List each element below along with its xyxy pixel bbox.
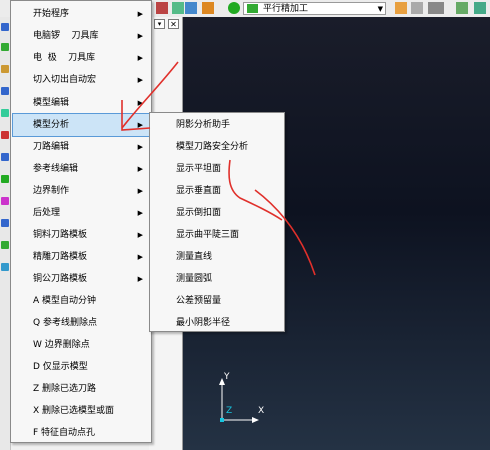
tool-icon[interactable] — [1, 65, 9, 73]
pin-icon[interactable]: ▾ — [154, 19, 165, 29]
list-icon — [247, 4, 258, 13]
submenu-arrow-icon: ▶ — [137, 275, 143, 283]
menu-item-start-program[interactable]: 开始程序 ▶ — [13, 3, 149, 25]
menu-item-pattern-delete-point[interactable]: Q 参考线删除点 — [13, 312, 149, 334]
layout-icon[interactable] — [456, 2, 468, 14]
menu-item-leadin-macro[interactable]: 切入切出自动宏 ▶ — [13, 69, 149, 91]
submenu-arrow-icon: ▶ — [137, 187, 143, 195]
submenu-item-show-undercut-faces[interactable]: 显示倒扣面 — [152, 202, 282, 224]
transform-icon[interactable] — [474, 2, 486, 14]
submenu-arrow-icon: ▶ — [137, 121, 143, 129]
submenu-arrow-icon: ▶ — [137, 99, 143, 107]
tool-icon[interactable] — [1, 23, 9, 31]
menu-item-feature-auto-drill[interactable]: F 特征自动点孔 — [13, 422, 149, 444]
main-context-menu: 开始程序 ▶ 电脑锣 刀具库 ▶ 电 极 刀具库 ▶ 切入切出自动宏 ▶ 模型编辑 ▶ 模… — [10, 0, 152, 443]
submenu-arrow-icon: ▶ — [137, 143, 143, 151]
shape-icon[interactable] — [172, 2, 184, 14]
wrench-icon[interactable] — [202, 2, 214, 14]
tool-icon[interactable] — [1, 219, 9, 227]
menu-item-boundary-create[interactable]: 边界制作 ▶ — [13, 180, 149, 202]
tool-icon[interactable] — [1, 43, 9, 51]
chevron-down-icon: ▼ — [377, 5, 383, 13]
menu-item-show-model-only[interactable]: D 仅显示模型 — [13, 356, 149, 378]
menu-item-copper-template[interactable]: 铜公刀路模板 ▶ — [13, 268, 149, 290]
tool-icon[interactable] — [1, 153, 9, 161]
menu-item-delete-selected-model[interactable]: X 删除已选模型或面 — [13, 400, 149, 422]
submenu-item-measure-arc[interactable]: 测量圆弧 — [152, 268, 282, 290]
submenu-item-show-flat-faces[interactable]: 显示平坦面 — [152, 158, 282, 180]
submenu-arrow-icon: ▶ — [137, 76, 143, 84]
submenu-arrow-icon: ▶ — [137, 10, 143, 18]
axis-x-label: X — [258, 406, 265, 416]
menu-item-electrode-tool-library[interactable]: 电 极 刀具库 ▶ — [13, 47, 149, 69]
submenu-arrow-icon: ▶ — [137, 165, 143, 173]
submenu-arrow-icon: ▶ — [137, 32, 143, 40]
menu-item-model-analysis[interactable]: 模型分析 ▶ — [12, 113, 150, 137]
menu-item-engrave-template[interactable]: 精雕刀路模板 ▶ — [13, 246, 149, 268]
menu-item-post-process[interactable]: 后处理 ▶ — [13, 202, 149, 224]
submenu-item-measure-line[interactable]: 测量直线 — [152, 246, 282, 268]
submenu-arrow-icon: ▶ — [137, 253, 143, 261]
submenu-item-tolerance-allowance[interactable]: 公差预留量 — [152, 290, 282, 312]
wand-icon[interactable] — [395, 2, 407, 14]
menu-item-auto-split[interactable]: A 模型自动分钟 — [13, 290, 149, 312]
submenu-item-show-three-faces[interactable]: 显示曲平陡三面 — [152, 224, 282, 246]
green-swirl-icon[interactable] — [228, 2, 240, 14]
menu-item-boundary-delete-point[interactable]: W 边界删除点 — [13, 334, 149, 356]
strategy-select[interactable]: 平行精加工 ▼ — [243, 2, 386, 15]
dice-icon[interactable] — [156, 2, 168, 14]
submenu-item-min-shadow-radius[interactable]: 最小阴影半径 — [152, 312, 282, 334]
tool-icon[interactable] — [1, 131, 9, 139]
stack-icon[interactable] — [185, 2, 197, 14]
menu-item-mill-tool-library[interactable]: 电脑锣 刀具库 ▶ — [13, 25, 149, 47]
calculator-icon[interactable] — [411, 2, 423, 14]
menu-item-pattern-edit[interactable]: 参考线编辑 ▶ — [13, 158, 149, 180]
tool-icon[interactable] — [1, 109, 9, 117]
menu-item-model-edit[interactable]: 模型编辑 ▶ — [13, 92, 149, 114]
tool-icon[interactable] — [1, 175, 9, 183]
submenu-arrow-icon: ▶ — [137, 231, 143, 239]
axis-triad: Y X Z — [210, 372, 270, 427]
submenu-item-show-vertical-faces[interactable]: 显示垂直面 — [152, 180, 282, 202]
tool-icon[interactable] — [1, 197, 9, 205]
menu-item-steel-template[interactable]: 铜料刀路模板 ▶ — [13, 224, 149, 246]
ruler-icon[interactable] — [428, 2, 444, 14]
tool-icon[interactable] — [1, 87, 9, 95]
submenu-arrow-icon: ▶ — [137, 209, 143, 217]
submenu-item-shadow-analysis[interactable]: 阴影分析助手 — [152, 114, 282, 136]
tool-icon[interactable] — [1, 263, 9, 271]
axis-y-label: Y — [224, 372, 230, 382]
close-icon[interactable]: ✕ — [168, 19, 179, 29]
submenu-item-safety-analysis[interactable]: 模型刀路安全分析 — [152, 136, 282, 158]
submenu-arrow-icon: ▶ — [137, 54, 143, 62]
axis-z-label: Z — [226, 406, 233, 416]
strategy-value: 平行精加工 — [263, 4, 309, 14]
menu-item-toolpath-edit[interactable]: 刀路编辑 ▶ — [13, 136, 149, 158]
tool-icon[interactable] — [1, 241, 9, 249]
menu-item-delete-selected-toolpath[interactable]: Z 删除已选刀路 — [13, 378, 149, 400]
model-analysis-submenu: 阴影分析助手 模型刀路安全分析 显示平坦面 显示垂直面 显示倒扣面 显示曲平陡三… — [149, 112, 285, 332]
